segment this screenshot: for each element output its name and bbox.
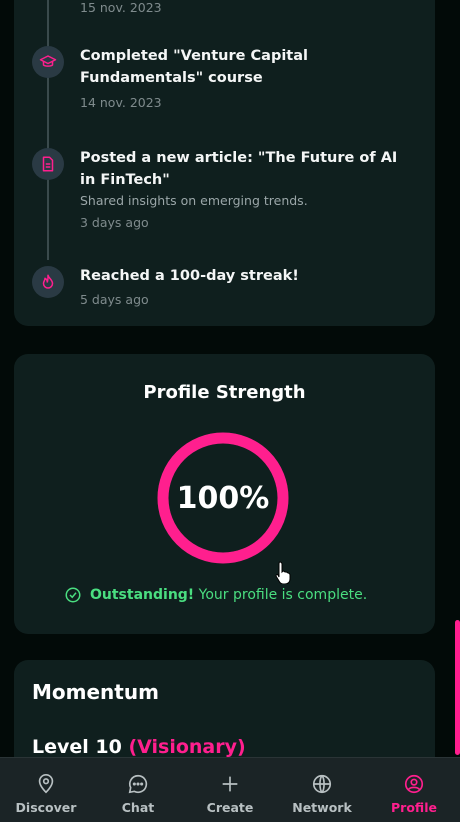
message-highlight: Outstanding! bbox=[90, 587, 195, 603]
nav-label: Network bbox=[292, 800, 352, 815]
timeline-line bbox=[47, 0, 49, 260]
nav-item-chat[interactable]: Chat bbox=[92, 758, 184, 822]
nav-item-create[interactable]: Create bbox=[184, 758, 276, 822]
plus-icon bbox=[222, 776, 238, 792]
nav-label: Create bbox=[206, 800, 254, 815]
profile-page: 15 nov. 2023 Completed "Venture Capital … bbox=[0, 0, 460, 822]
activity-title: Completed "Venture Capital Fundamentals"… bbox=[80, 48, 308, 86]
activity-date: 15 nov. 2023 bbox=[80, 0, 162, 15]
check-circle-icon bbox=[65, 587, 81, 603]
activity-title: Posted a new article: "The Future of AI … bbox=[80, 150, 398, 188]
nav-item-network[interactable]: Network bbox=[276, 758, 368, 822]
activity-card: 15 nov. 2023 Completed "Venture Capital … bbox=[14, 0, 435, 326]
nav-item-profile[interactable]: Profile bbox=[368, 758, 460, 822]
level-label: Level 10 bbox=[32, 736, 122, 758]
hand-cursor-icon bbox=[275, 561, 291, 584]
profile-strength-card: Profile Strength 100% Outstanding! Your … bbox=[14, 354, 435, 634]
scrollbar-thumb[interactable] bbox=[455, 620, 460, 755]
nav-item-discover[interactable]: Discover bbox=[0, 758, 92, 822]
activity-title: Reached a 100-day streak! bbox=[80, 268, 299, 284]
chat-bubble-icon bbox=[128, 774, 148, 794]
document-icon bbox=[32, 148, 64, 180]
activity-date: 14 nov. 2023 bbox=[80, 95, 162, 110]
nav-label: Profile bbox=[391, 800, 437, 815]
activity-subtitle: Shared insights on emerging trends. bbox=[80, 193, 308, 208]
profile-strength-value: 100% bbox=[176, 480, 270, 516]
rank-label: (Visionary) bbox=[128, 736, 246, 758]
profile-strength-message: Outstanding! Your profile is complete. bbox=[64, 586, 367, 604]
map-pin-icon bbox=[38, 774, 54, 794]
profile-strength-title: Profile Strength bbox=[143, 382, 306, 403]
momentum-title: Momentum bbox=[32, 680, 159, 704]
activity-date: 5 days ago bbox=[80, 292, 149, 307]
user-circle-icon bbox=[404, 774, 424, 794]
level-line: Level 10 (Visionary) bbox=[32, 736, 246, 758]
flame-icon bbox=[32, 266, 64, 298]
bottom-nav: Discover Chat Create Network Profile bbox=[0, 757, 460, 822]
nav-label: Discover bbox=[15, 800, 77, 815]
nav-label: Chat bbox=[121, 800, 155, 815]
message-text: Your profile is complete. bbox=[198, 587, 368, 603]
graduation-cap-icon bbox=[32, 46, 64, 78]
activity-date: 3 days ago bbox=[80, 215, 149, 230]
globe-icon bbox=[312, 774, 332, 794]
